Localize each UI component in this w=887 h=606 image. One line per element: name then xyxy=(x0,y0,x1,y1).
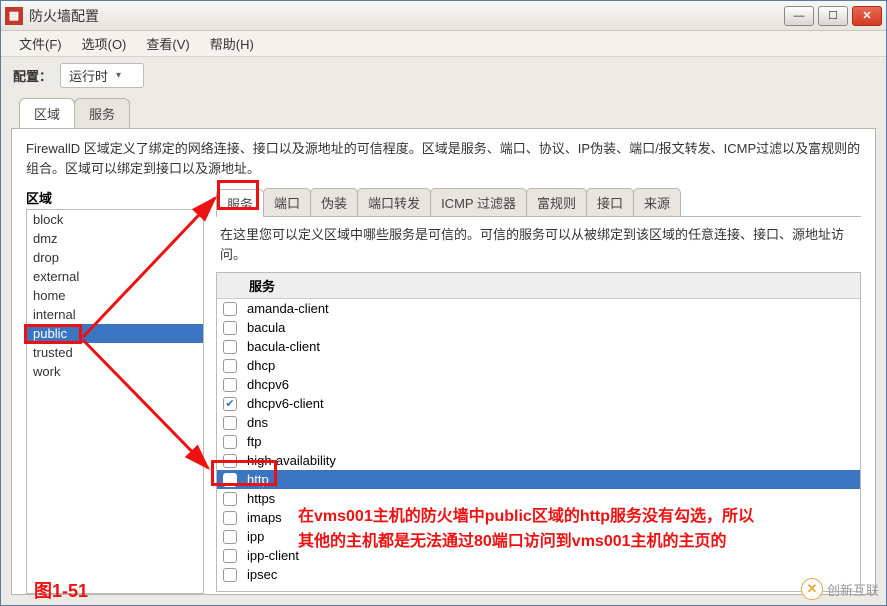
service-row-bacula[interactable]: bacula xyxy=(217,318,860,337)
zone-item-dmz[interactable]: dmz xyxy=(27,229,203,248)
close-button[interactable]: ✕ xyxy=(852,6,882,26)
service-checkbox[interactable] xyxy=(223,530,237,544)
sub-tab[interactable]: 端口 xyxy=(263,188,311,216)
service-checkbox[interactable] xyxy=(223,302,237,316)
service-label: https xyxy=(247,491,275,506)
config-value: 运行时 xyxy=(69,66,108,85)
sub-tab[interactable]: ICMP 过滤器 xyxy=(430,188,527,216)
tab-service[interactable]: 服务 xyxy=(74,98,130,128)
service-checkbox[interactable] xyxy=(223,568,237,582)
anno-box-service-tab xyxy=(217,180,259,210)
tab-zone[interactable]: 区域 xyxy=(19,98,75,128)
service-row-ftp[interactable]: ftp xyxy=(217,432,860,451)
firewall-icon: ▦ xyxy=(5,7,23,25)
service-label: ipp xyxy=(247,529,264,544)
service-label: amanda-client xyxy=(247,301,329,316)
config-row: 配置： 运行时 xyxy=(1,57,886,94)
menu-help[interactable]: 帮助(H) xyxy=(202,32,262,55)
sub-tab[interactable]: 端口转发 xyxy=(357,188,431,216)
service-row-ipsec[interactable]: ipsec xyxy=(217,565,860,584)
service-label: dhcpv6-client xyxy=(247,396,324,411)
service-checkbox[interactable] xyxy=(223,492,237,506)
zone-item-block[interactable]: block xyxy=(27,210,203,229)
zone-list-label: 区域 xyxy=(26,188,204,207)
service-label: ipp-client xyxy=(247,548,299,563)
service-row-amanda-client[interactable]: amanda-client xyxy=(217,299,860,318)
sub-tab[interactable]: 来源 xyxy=(633,188,681,216)
zone-description: FirewallD 区域定义了绑定的网络连接、接口以及源地址的可信程度。区域是服… xyxy=(26,139,861,178)
anno-text-line1: 在vms001主机的防火墙中public区域的http服务没有勾选，所以 xyxy=(298,505,754,529)
service-row-bacula-client[interactable]: bacula-client xyxy=(217,337,860,356)
service-label: ftp xyxy=(247,434,261,449)
sub-tab[interactable]: 伪装 xyxy=(310,188,358,216)
sub-tab[interactable]: 接口 xyxy=(586,188,634,216)
config-select[interactable]: 运行时 xyxy=(60,63,144,88)
services-header: 服务 xyxy=(217,273,860,299)
config-label: 配置： xyxy=(13,66,52,85)
menu-view[interactable]: 查看(V) xyxy=(138,32,197,55)
watermark-icon: ✕ xyxy=(801,578,823,600)
service-label: ipsec xyxy=(247,567,277,582)
service-row-dhcpv6[interactable]: dhcpv6 xyxy=(217,375,860,394)
services-description: 在这里您可以定义区域中哪些服务是可信的。可信的服务可以从被绑定到该区域的任意连接… xyxy=(216,217,861,272)
zone-list[interactable]: blockdmzdropexternalhomeinternalpublictr… xyxy=(26,209,204,594)
service-checkbox[interactable] xyxy=(223,378,237,392)
zone-item-external[interactable]: external xyxy=(27,267,203,286)
service-checkbox[interactable] xyxy=(223,435,237,449)
window-title: 防火墙配置 xyxy=(29,6,784,26)
service-label: dns xyxy=(247,415,268,430)
service-label: dhcpv6 xyxy=(247,377,289,392)
service-checkbox[interactable] xyxy=(223,321,237,335)
zone-item-drop[interactable]: drop xyxy=(27,248,203,267)
zone-item-trusted[interactable]: trusted xyxy=(27,343,203,362)
service-checkbox[interactable] xyxy=(223,511,237,525)
maximize-button[interactable]: ☐ xyxy=(818,6,848,26)
menubar: 文件(F) 选项(O) 查看(V) 帮助(H) xyxy=(1,31,886,57)
zone-item-home[interactable]: home xyxy=(27,286,203,305)
top-tabs: 区域 服务 xyxy=(19,98,886,128)
menu-file[interactable]: 文件(F) xyxy=(11,32,70,55)
sub-tabs: 服务端口伪装端口转发ICMP 过滤器富规则接口来源 xyxy=(216,188,861,217)
service-label: dhcp xyxy=(247,358,275,373)
watermark: ✕ 创新互联 xyxy=(801,578,879,600)
zone-column: 区域 blockdmzdropexternalhomeinternalpubli… xyxy=(26,188,204,594)
titlebar: ▦ 防火墙配置 — ☐ ✕ xyxy=(1,1,886,31)
service-checkbox[interactable] xyxy=(223,340,237,354)
service-label: bacula xyxy=(247,320,285,335)
service-row-dhcp[interactable]: dhcp xyxy=(217,356,860,375)
sub-tab[interactable]: 富规则 xyxy=(526,188,587,216)
service-checkbox[interactable] xyxy=(223,359,237,373)
service-row-high-availability[interactable]: high-availability xyxy=(217,451,860,470)
anno-figure-label: 图1-51 xyxy=(34,578,88,605)
service-label: imaps xyxy=(247,510,282,525)
window-buttons: — ☐ ✕ xyxy=(784,6,882,26)
service-checkbox[interactable] xyxy=(223,397,237,411)
anno-box-http xyxy=(211,460,277,486)
zone-item-work[interactable]: work xyxy=(27,362,203,381)
anno-box-public xyxy=(24,324,82,344)
service-row-dns[interactable]: dns xyxy=(217,413,860,432)
watermark-text: 创新互联 xyxy=(827,580,879,599)
minimize-button[interactable]: — xyxy=(784,6,814,26)
menu-options[interactable]: 选项(O) xyxy=(74,32,135,55)
anno-text-line2: 其他的主机都是无法通过80端口访问到vms001主机的主页的 xyxy=(298,530,727,554)
service-checkbox[interactable] xyxy=(223,549,237,563)
service-row-dhcpv6-client[interactable]: dhcpv6-client xyxy=(217,394,860,413)
service-row-http[interactable]: http xyxy=(217,470,860,489)
zone-item-internal[interactable]: internal xyxy=(27,305,203,324)
service-label: bacula-client xyxy=(247,339,320,354)
service-checkbox[interactable] xyxy=(223,416,237,430)
